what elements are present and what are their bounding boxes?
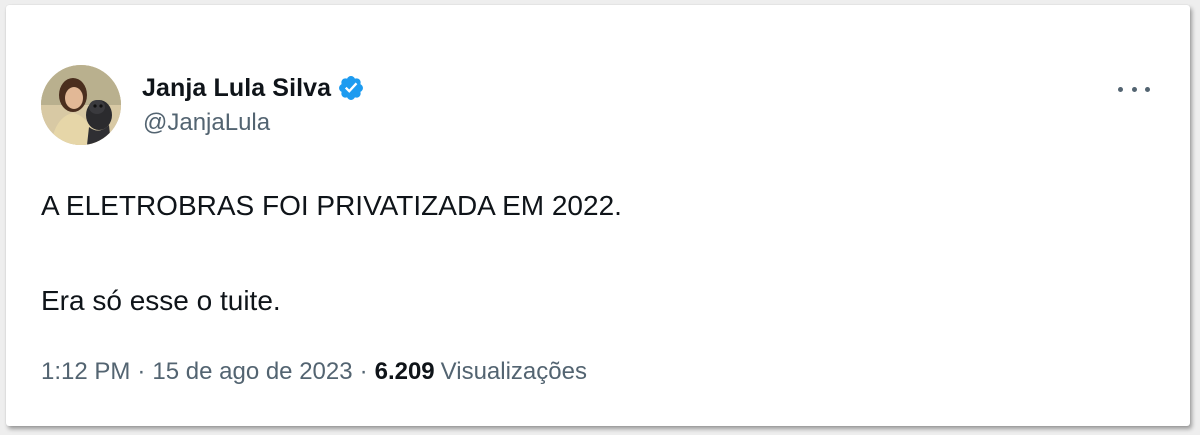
more-dot [1131, 86, 1137, 92]
meta-separator: · [137, 358, 146, 385]
tweet-text-line: Era só esse o tuite. [41, 285, 281, 316]
meta-separator: · [359, 358, 368, 385]
author-handle[interactable]: @JanjaLula [143, 109, 270, 137]
views-count: 6.209 [374, 358, 435, 385]
verified-badge-icon [337, 74, 365, 102]
author-name-row: Janja Lula Silva [142, 71, 365, 105]
tweet-text-line: A ELETROBRAS FOI PRIVATIZADA EM 2022. [41, 190, 622, 221]
tweet-card: Janja Lula Silva @JanjaLula A ELETROBRAS… [6, 5, 1190, 426]
author-display-name[interactable]: Janja Lula Silva [142, 74, 331, 103]
tweet-date[interactable]: 15 de ago de 2023 [152, 358, 352, 386]
views-label: Visualizações [440, 358, 587, 385]
more-options-icon[interactable] [1116, 77, 1152, 101]
more-dot [1118, 86, 1123, 92]
avatar-image [41, 65, 121, 145]
tweet-meta: 1:12 PM · 15 de ago de 2023 · 6.209 Visu… [41, 358, 587, 386]
avatar[interactable] [41, 65, 121, 145]
more-dot [1145, 86, 1150, 92]
tweet-time[interactable]: 1:12 PM [41, 358, 130, 386]
